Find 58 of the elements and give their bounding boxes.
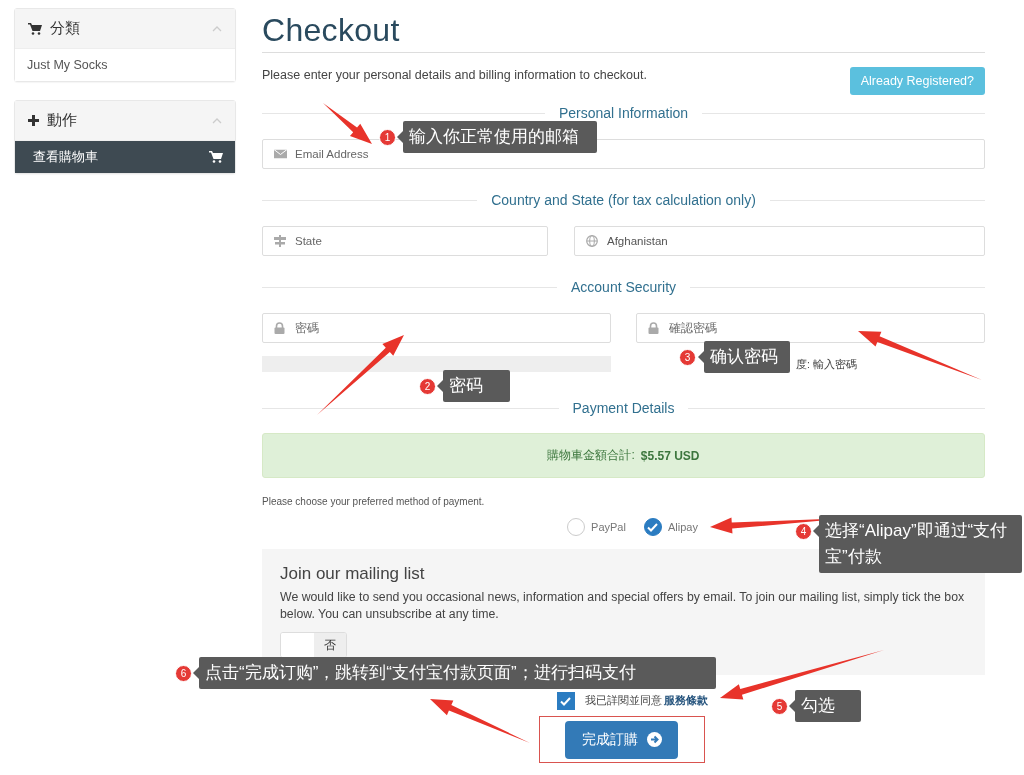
step-badge: 3 (679, 349, 696, 366)
radio-button[interactable] (567, 518, 586, 536)
sidebar-item[interactable]: 查看購物車 (15, 140, 235, 173)
plus-icon (28, 115, 39, 126)
step-badge: 6 (175, 665, 192, 682)
payment-option[interactable]: PayPal (567, 518, 626, 536)
lock-icon (648, 322, 659, 334)
terms-link[interactable]: 服務條款 (664, 694, 709, 706)
callout-label: 密码 (443, 370, 510, 402)
password-field[interactable]: 密碼 (262, 313, 611, 343)
step-badge: 1 (379, 129, 396, 146)
section-heading: Payment Details (572, 400, 675, 416)
step-badge: 2 (419, 378, 436, 395)
strength-text: 度: 輸入密碼 (796, 358, 857, 370)
callout-label: 点击“完成订购”，跳转到“支付宝付款页面”；进行扫码支付 (199, 657, 716, 689)
intro-text: Please enter your personal details and billing information to checkout. (262, 67, 647, 82)
checkbox[interactable] (556, 692, 575, 710)
callout-label: 勾选 (795, 690, 861, 722)
callout-label: 选择“Alipay”即通过“支付宝”付款 (819, 515, 1022, 573)
section-heading: Account Security (570, 279, 677, 295)
panel-header[interactable]: 分類 (15, 9, 235, 48)
check-icon (647, 522, 659, 532)
radio-button[interactable] (643, 518, 662, 536)
check-icon (560, 696, 572, 706)
payment-instruction: Please choose your preferred method of payment. (262, 496, 486, 508)
page-title: Checkout (262, 11, 401, 50)
step-badge: 4 (795, 523, 812, 540)
submit-button[interactable]: 完成訂購 (565, 720, 678, 759)
arrow-circle-icon (646, 732, 662, 747)
lock-icon (274, 322, 285, 334)
panel-header[interactable]: 動作 (15, 101, 235, 140)
total-label: 購物車金額合計: (547, 447, 635, 464)
envelope-icon (274, 149, 287, 159)
toggle-switch[interactable]: 否 (280, 632, 347, 658)
chevron-up-icon[interactable] (212, 25, 222, 32)
section-heading: Personal Information (558, 105, 689, 121)
callout-label: 确认密码 (704, 341, 790, 373)
mailing-title: Join our mailing list (280, 563, 426, 585)
terms-text: 我已詳閱並同意 服務條款 (584, 694, 709, 708)
panel-title: 分類 (50, 19, 81, 38)
globe-icon (586, 235, 598, 247)
cart-icon (209, 151, 223, 163)
chevron-up-icon[interactable] (212, 117, 222, 124)
country-select[interactable]: Afghanistan (574, 226, 985, 256)
step-badge: 5 (771, 698, 788, 715)
payment-option[interactable]: Alipay (643, 518, 698, 536)
callout-label: 输入你正常使用的邮箱 (403, 121, 597, 153)
panel-title: 動作 (47, 111, 78, 130)
mailing-text: We would like to send you occasional news, information and special offers by email. To join our mailing list, simply tick the box below. You can unsubscribe at any time. (280, 589, 966, 623)
password-field[interactable]: 確認密碼 (636, 313, 985, 343)
section-heading: Country and State (for tax calculation only) (491, 192, 756, 208)
signpost-icon (274, 235, 286, 247)
payment-label: Alipay (667, 521, 698, 533)
payment-label: PayPal (591, 521, 626, 533)
input-field[interactable]: State (262, 226, 548, 256)
sidebar-item[interactable]: Just My Socks (15, 48, 235, 81)
total-amount: $5.57 USD (640, 448, 700, 463)
cart-icon (28, 22, 42, 35)
